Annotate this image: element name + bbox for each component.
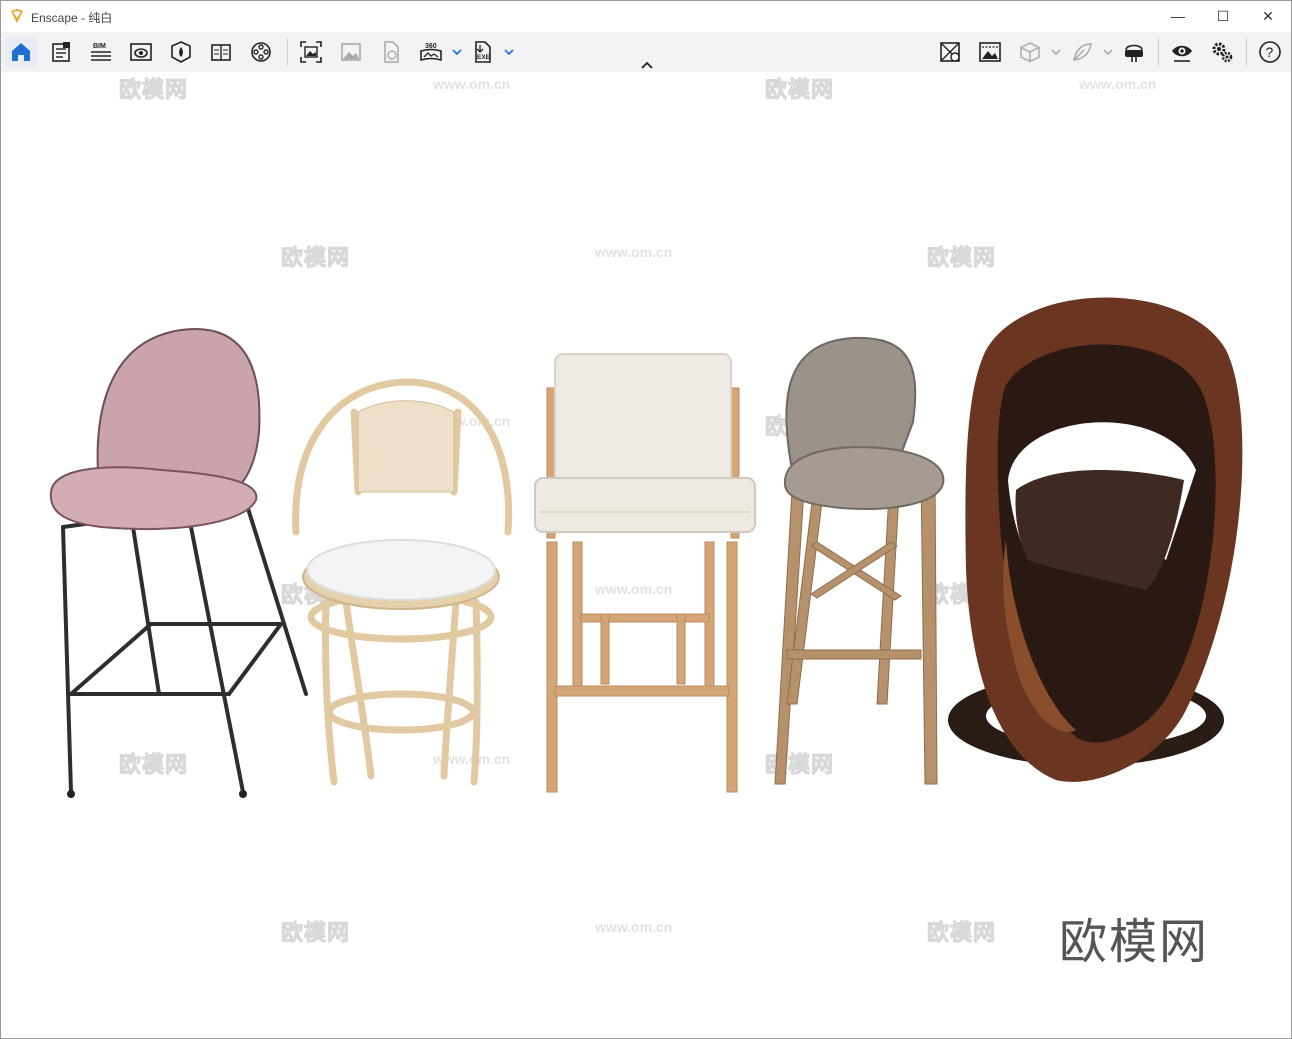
toolbar-separator: [287, 38, 288, 66]
collapse-toolbar-chevron-up-icon[interactable]: [639, 59, 655, 71]
window-title: Enscape - 纯白: [31, 11, 113, 25]
rattan-swivel-counter-stool: [292, 378, 513, 786]
toolbar-separator: [1158, 38, 1159, 66]
render-viewport[interactable]: 欧模网 www.om.cn 欧模网 www.om.cn 欧模网 www.om.c…: [1, 72, 1291, 1038]
svg-text:EXE: EXE: [477, 54, 491, 61]
feedback-icon[interactable]: [1066, 37, 1098, 67]
brand-watermark: 欧模网: [1059, 916, 1210, 969]
grey-fabric-oak-bar-stool: [774, 336, 945, 785]
view-management-icon[interactable]: [45, 37, 77, 67]
visual-settings-icon[interactable]: [125, 37, 157, 67]
vr-headset-icon[interactable]: [1118, 37, 1150, 67]
site-context-icon[interactable]: [934, 37, 966, 67]
material-editor-icon[interactable]: [205, 37, 237, 67]
settings-icon[interactable]: [1206, 37, 1238, 67]
maximize-button[interactable]: ☐: [1200, 1, 1246, 31]
watermark: 欧模网: [280, 245, 351, 271]
title-bar[interactable]: Enscape - 纯白 — ☐ ✕: [1, 1, 1291, 31]
svg-text:?: ?: [1266, 44, 1274, 60]
screenshot-icon[interactable]: [295, 37, 327, 67]
watermark: 欧模网: [764, 77, 835, 103]
minimize-button[interactable]: —: [1155, 1, 1201, 31]
video-editor-icon[interactable]: [245, 37, 277, 67]
bim-icon[interactable]: BIM: [85, 37, 117, 67]
watermark-url: www.om.cn: [1079, 76, 1157, 92]
pink-upholstered-bar-stool: [49, 328, 308, 798]
asset-library-icon[interactable]: [165, 37, 197, 67]
home-icon[interactable]: [5, 37, 37, 67]
cream-fabric-wood-bar-stool: [534, 353, 756, 793]
panorama-360-icon[interactable]: 360: [415, 37, 447, 67]
sketch-view-icon[interactable]: [1014, 37, 1046, 67]
watermark: 欧模网: [118, 77, 189, 103]
watermark-url: www.om.cn: [595, 244, 673, 260]
watermark: 欧模网: [926, 245, 997, 271]
watermark-url: www.om.cn: [595, 919, 673, 935]
brown-leather-sculptural-chair: [948, 297, 1243, 782]
close-button[interactable]: ✕: [1245, 1, 1291, 31]
upload-icon[interactable]: [375, 37, 407, 67]
watermark: 欧模网: [926, 920, 997, 946]
toolbar-separator: [1246, 38, 1247, 66]
chevron-down-icon[interactable]: [451, 45, 463, 59]
svg-text:BIM: BIM: [93, 43, 106, 50]
chevron-down-icon[interactable]: [1050, 45, 1062, 59]
atmosphere-icon[interactable]: [974, 37, 1006, 67]
chevron-down-icon[interactable]: [1102, 45, 1114, 59]
enscape-window: Enscape - 纯白 — ☐ ✕ BIM 360 EXE ? 欧模网 www…: [0, 0, 1292, 1039]
enscape-logo-icon: [11, 9, 23, 23]
export-exe-icon[interactable]: EXE: [467, 37, 499, 67]
watermark: 欧模网: [280, 920, 351, 946]
help-icon[interactable]: ?: [1254, 37, 1286, 67]
chevron-down-icon[interactable]: [503, 45, 515, 59]
batch-render-icon[interactable]: [335, 37, 367, 67]
view-icon[interactable]: [1166, 37, 1198, 67]
watermark-url: www.om.cn: [433, 76, 511, 92]
